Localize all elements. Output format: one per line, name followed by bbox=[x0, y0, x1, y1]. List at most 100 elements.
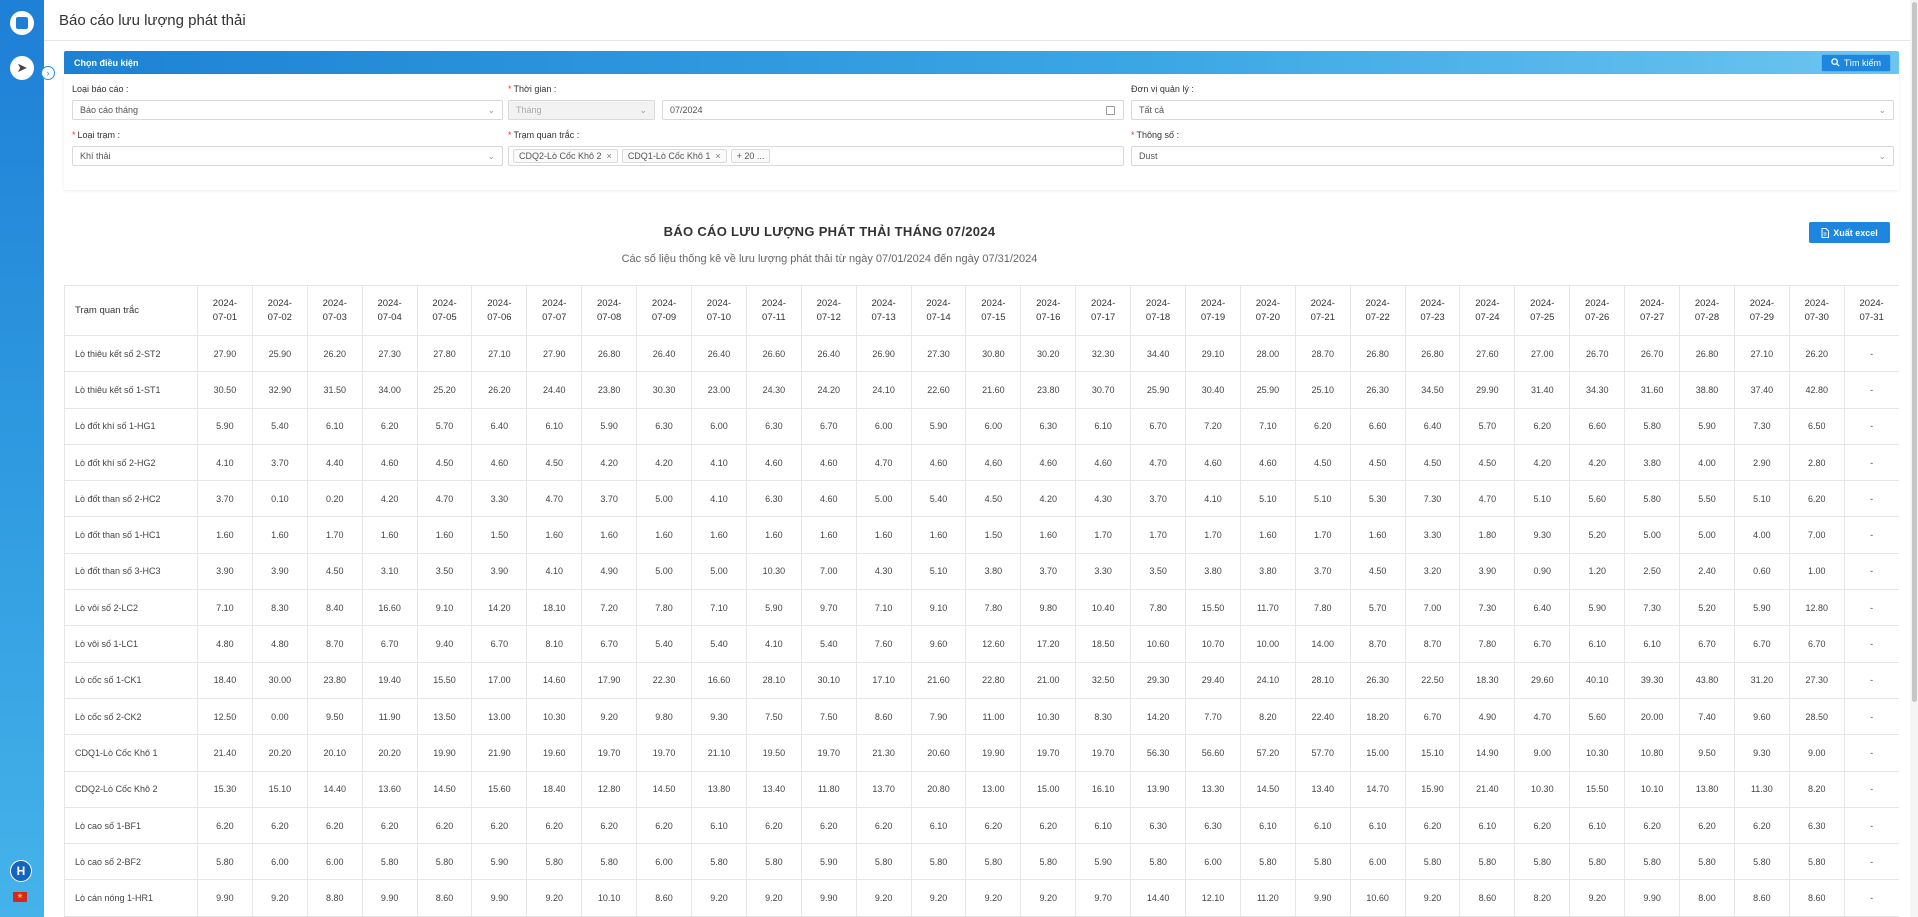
value-cell: 6.70 bbox=[1130, 407, 1187, 445]
report-subtitle: Các số liệu thống kê về lưu lượng phát t… bbox=[621, 253, 1038, 265]
value-cell: 9.90 bbox=[1294, 879, 1351, 917]
parameter-select[interactable]: Dust ⌄ bbox=[1131, 146, 1894, 166]
value-cell: 9.00 bbox=[1514, 734, 1571, 772]
value-cell: 14.90 bbox=[1459, 734, 1516, 772]
value-cell: 4.20 bbox=[581, 443, 638, 482]
value-cell: 9.30 bbox=[1733, 734, 1790, 772]
avatar[interactable]: H bbox=[10, 860, 32, 882]
value-cell: 27.80 bbox=[416, 334, 473, 373]
value-cell: 18.20 bbox=[1349, 697, 1406, 736]
value-cell: 4.90 bbox=[581, 552, 638, 591]
value-cell: 1.60 bbox=[1239, 516, 1296, 554]
value-cell: 4.50 bbox=[306, 552, 363, 591]
value-cell: 9.20 bbox=[526, 879, 583, 917]
value-cell: 5.80 bbox=[1624, 480, 1681, 518]
app-logo-icon[interactable] bbox=[10, 11, 34, 35]
value-cell: 1.70 bbox=[1130, 516, 1187, 554]
value-cell: 34.30 bbox=[1569, 371, 1626, 409]
report-type-select[interactable]: Báo cáo tháng ⌄ bbox=[72, 100, 503, 120]
value-cell: 31.60 bbox=[1624, 371, 1681, 409]
value-cell: 14.50 bbox=[1239, 770, 1296, 808]
period-select[interactable]: Tháng ⌄ bbox=[508, 100, 655, 120]
value-cell: 5.10 bbox=[1239, 480, 1296, 518]
value-cell: 3.10 bbox=[361, 552, 418, 591]
more-stations-tag[interactable]: + 20 ... bbox=[730, 149, 771, 163]
value-cell: 6.00 bbox=[691, 407, 747, 445]
column-header-date: 2024- 07-30 bbox=[1788, 285, 1845, 336]
month-picker[interactable]: 07/2024 bbox=[662, 100, 1124, 120]
report-table-container[interactable]: Trạm quan trắc 2024- 07-01 2024- 07-02 2024-… bbox=[64, 285, 1899, 917]
stations-multiselect[interactable]: CDQ2-Lò Cốc Khô 2 × CDQ1-Lò Cốc Khô 1 × + … bbox=[508, 146, 1124, 166]
value-cell: 6.30 bbox=[745, 480, 802, 518]
value-cell: 6.20 bbox=[526, 806, 583, 845]
close-icon[interactable]: × bbox=[607, 151, 612, 161]
value-cell: 8.80 bbox=[306, 879, 363, 917]
column-header-date: 2024- 07-01 bbox=[197, 285, 253, 336]
value-cell: 7.40 bbox=[1679, 697, 1735, 736]
table-header-row: Trạm quan trắc 2024- 07-01 2024- 07-02 2024-… bbox=[64, 285, 1899, 336]
value-cell: 9.20 bbox=[1404, 879, 1461, 917]
value-cell: 7.10 bbox=[691, 589, 747, 627]
value-cell: 6.10 bbox=[1075, 407, 1132, 445]
column-header-date: 2024- 07-05 bbox=[416, 285, 473, 336]
value-cell: 37.40 bbox=[1733, 371, 1790, 409]
search-button[interactable]: Tìm kiếm bbox=[1821, 53, 1891, 72]
value-cell: - bbox=[1843, 371, 1899, 409]
value-cell: 15.50 bbox=[1185, 589, 1241, 627]
value-cell: 21.60 bbox=[965, 371, 1022, 409]
value-cell: 42.80 bbox=[1788, 371, 1845, 409]
period-value: Tháng bbox=[516, 105, 542, 115]
value-cell: 6.70 bbox=[361, 625, 418, 663]
value-cell: 5.80 bbox=[1569, 843, 1626, 881]
value-cell: 8.60 bbox=[855, 697, 912, 736]
scrollbar-thumb[interactable] bbox=[1912, 2, 1917, 702]
export-excel-button[interactable]: Xuất excel bbox=[1809, 222, 1890, 243]
value-cell: 9.50 bbox=[306, 697, 363, 736]
value-cell: 6.30 bbox=[1020, 407, 1077, 445]
station-type-value: Khí thải bbox=[80, 151, 111, 161]
column-header-date: 2024- 07-24 bbox=[1459, 285, 1516, 336]
value-cell: 0.00 bbox=[251, 697, 308, 736]
rocket-icon[interactable]: ➤ bbox=[10, 56, 34, 80]
value-cell: 5.90 bbox=[1733, 589, 1790, 627]
value-cell: 26.30 bbox=[1349, 661, 1406, 699]
value-cell: 30.20 bbox=[1020, 334, 1077, 373]
value-cell: 9.20 bbox=[745, 879, 802, 917]
value-cell: 26.20 bbox=[471, 371, 528, 409]
close-icon[interactable]: × bbox=[715, 151, 720, 161]
station-name-cell: Lò đốt khí số 1-HG1 bbox=[64, 407, 198, 445]
station-tag[interactable]: CDQ1-Lò Cốc Khô 1 × bbox=[621, 149, 727, 163]
table-row: Lò đốt khí số 2-HG2 4.10 3.70 4.40 4.60 4.50 4… bbox=[64, 443, 1899, 482]
value-cell: 6.30 bbox=[1788, 806, 1845, 845]
unit-select[interactable]: Tất cả ⌄ bbox=[1131, 100, 1894, 120]
vertical-scrollbar[interactable] bbox=[1910, 0, 1918, 917]
value-cell: 6.20 bbox=[471, 806, 528, 845]
column-header-date: 2024- 07-22 bbox=[1349, 285, 1406, 336]
station-tag[interactable]: CDQ2-Lò Cốc Khô 2 × bbox=[513, 149, 618, 163]
value-cell: 43.80 bbox=[1679, 661, 1735, 699]
value-cell: - bbox=[1843, 806, 1899, 845]
value-cell: 14.50 bbox=[416, 770, 473, 808]
value-cell: 27.30 bbox=[361, 334, 418, 373]
value-cell: 9.90 bbox=[471, 879, 528, 917]
value-cell: 19.70 bbox=[636, 734, 693, 772]
value-cell: 20.20 bbox=[251, 734, 308, 772]
value-cell: 5.70 bbox=[1349, 589, 1406, 627]
language-flag-icon[interactable]: ★ bbox=[13, 892, 27, 902]
value-cell: 10.70 bbox=[1185, 625, 1241, 663]
value-cell: - bbox=[1843, 843, 1899, 881]
value-cell: 16.60 bbox=[691, 661, 747, 699]
value-cell: 26.20 bbox=[1788, 334, 1845, 373]
value-cell: 5.10 bbox=[1514, 480, 1571, 518]
value-cell: 6.10 bbox=[526, 407, 583, 445]
station-type-select[interactable]: Khí thải ⌄ bbox=[72, 146, 503, 166]
station-name-cell: Lò cốc số 2-CK2 bbox=[64, 697, 198, 736]
value-cell: 13.30 bbox=[1185, 770, 1241, 808]
value-cell: 24.10 bbox=[855, 371, 912, 409]
value-cell: 10.30 bbox=[1514, 770, 1571, 808]
value-cell: - bbox=[1843, 879, 1899, 917]
value-cell: 6.70 bbox=[1404, 697, 1461, 736]
value-cell: 8.60 bbox=[636, 879, 693, 917]
value-cell: 4.70 bbox=[1459, 480, 1516, 518]
value-cell: 8.70 bbox=[1349, 625, 1406, 663]
